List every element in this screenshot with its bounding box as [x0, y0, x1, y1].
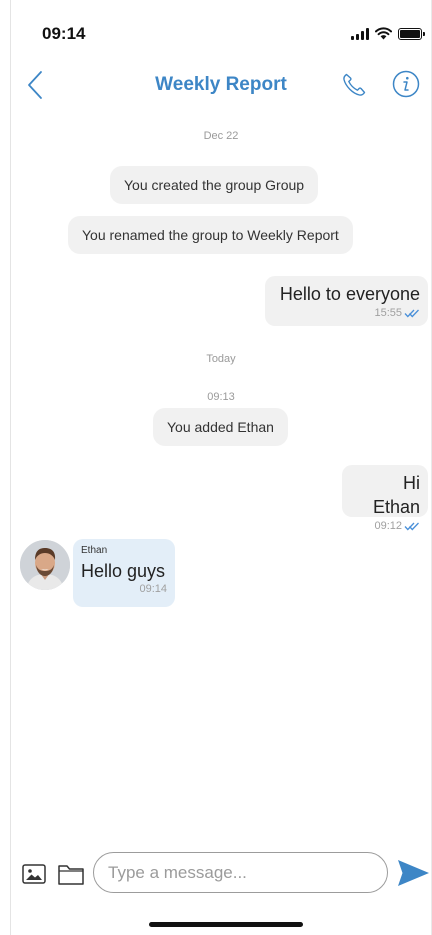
system-message: You renamed the group to Weekly Report — [68, 216, 353, 254]
avatar[interactable] — [20, 540, 70, 590]
message-time: 09:12 — [374, 520, 402, 532]
message-time: 15:55 — [374, 307, 402, 319]
chat-title[interactable]: Weekly Report — [10, 74, 432, 96]
double-check-icon — [404, 522, 419, 530]
message-text: Hi Ethan — [372, 473, 420, 517]
folder-icon[interactable] — [57, 862, 85, 886]
status-bar: 09:14 — [10, 0, 432, 54]
status-icons — [351, 27, 425, 40]
phone-icon[interactable] — [340, 71, 368, 99]
outgoing-message[interactable]: Hello to everyone 15:55 — [265, 276, 428, 326]
home-indicator — [149, 922, 303, 927]
incoming-message[interactable]: Ethan Hello guys 09:14 — [73, 539, 175, 607]
message-meta: 09:12 — [352, 520, 420, 532]
avatar-image — [20, 540, 70, 590]
message-text: Hello to everyone — [279, 284, 420, 304]
status-time: 09:14 — [42, 24, 86, 43]
wifi-icon — [375, 27, 392, 40]
signal-icon — [351, 27, 369, 40]
date-separator: Dec 22 — [203, 130, 239, 142]
image-icon[interactable] — [22, 863, 46, 885]
date-separator: Today — [206, 353, 236, 365]
nav-bar: Weekly Report — [10, 62, 432, 108]
message-time: 09:14 — [139, 583, 167, 595]
composer-bar — [10, 850, 432, 896]
message-meta: 15:55 — [275, 307, 420, 319]
message-sender: Ethan — [81, 545, 108, 556]
time-separator: 09:13 — [207, 391, 235, 403]
info-icon[interactable] — [392, 70, 420, 98]
system-message: You created the group Group — [110, 166, 319, 204]
battery-icon — [398, 27, 425, 40]
outgoing-message[interactable]: Hi Ethan 09:12 — [342, 465, 428, 532]
send-icon[interactable] — [396, 856, 430, 890]
system-message: You added Ethan — [153, 408, 288, 446]
message-text: Hello guys — [81, 561, 166, 581]
double-check-icon — [404, 309, 419, 317]
message-input[interactable] — [93, 852, 388, 893]
